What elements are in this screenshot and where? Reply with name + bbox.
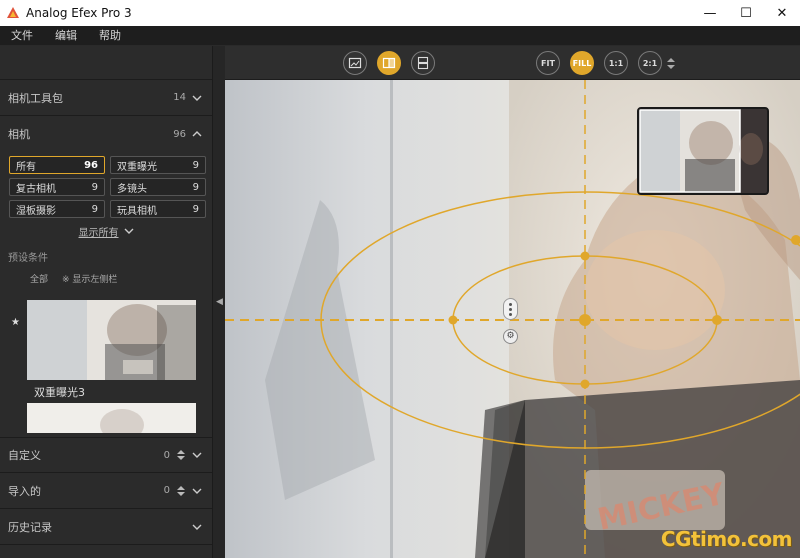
filter-all[interactable]: 全部 [30, 272, 48, 285]
preset-multi-lens[interactable]: 多镜头 9 [110, 178, 206, 196]
preset-label: 玩具相机 [117, 205, 157, 217]
section-custom[interactable]: 自定义 0 [0, 437, 212, 473]
menu-help[interactable]: 帮助 [88, 26, 132, 46]
menu-edit[interactable]: 编辑 [44, 26, 88, 46]
section-camera-kit[interactable]: 相机工具包 14 [0, 80, 212, 116]
preset-count: 9 [91, 203, 98, 215]
filter-show-left[interactable]: ※ 显示左侧栏 [62, 272, 117, 285]
zoom-stepper-icon[interactable] [667, 58, 675, 69]
section-imported-count: 0 [163, 485, 170, 496]
chevron-down-icon[interactable] [192, 522, 202, 532]
preset-count: 9 [192, 181, 199, 193]
section-custom-count: 0 [163, 449, 170, 461]
sort-updown-icon[interactable] [176, 450, 186, 460]
split-view-button[interactable] [377, 51, 401, 75]
section-custom-label: 自定义 [8, 449, 41, 462]
side-by-side-icon [417, 56, 429, 70]
chevron-down-icon[interactable] [192, 93, 202, 103]
chevron-down-icon[interactable] [192, 450, 202, 460]
section-history-label: 历史记录 [8, 520, 52, 534]
favorite-star-icon[interactable]: ★ [11, 317, 20, 328]
show-all-label: 显示所有 [78, 227, 119, 239]
preset-count: 9 [91, 181, 98, 193]
preset-toy-camera[interactable]: 玩具相机 9 [110, 200, 206, 218]
preset-category-grid: 所有 96 双重曝光 9 复古相机 9 多镜头 9 湿板摄影 9 玩具相机 9 [0, 152, 212, 218]
preset-count: 9 [192, 203, 199, 215]
preset-sidebar: 相机工具包 14 相机 96 所有 96 双重曝光 9 复古相机 9 多镜头 9 湿板摄… [0, 46, 212, 558]
preset-double-exposure[interactable]: 双重曝光 9 [110, 156, 206, 174]
preset-vintage-camera[interactable]: 复古相机 9 [9, 178, 105, 196]
zoom-2to1-button[interactable]: 2:1 [638, 51, 662, 75]
sidebar-collapse-strip[interactable]: ◀ [212, 46, 225, 558]
section-camera-kit-label: 相机工具包 [8, 91, 63, 105]
section-imported-label: 导入的 [8, 484, 41, 498]
preset-label: 复古相机 [16, 183, 56, 195]
minimize-button[interactable]: — [692, 0, 728, 26]
chevron-down-icon [124, 228, 133, 234]
section-imported[interactable]: 导入的 0 [0, 473, 212, 509]
zoom-1to1-button[interactable]: 1:1 [604, 51, 628, 75]
single-view-button[interactable] [343, 51, 367, 75]
show-all-link[interactable]: 显示所有 [0, 221, 212, 241]
preset-preview-thumbnail[interactable] [27, 300, 196, 380]
preset-filter-label: 预设条件 [8, 253, 48, 264]
section-camera-count: 96 [173, 128, 186, 140]
preset-filter-row: 全部 ※ 显示左侧栏 [30, 272, 117, 285]
preset-label: 双重曝光 [117, 161, 157, 173]
single-view-icon [348, 57, 362, 69]
zoom-fit-button[interactable]: FIT [536, 51, 560, 75]
app-logo-icon [7, 7, 19, 18]
sort-updown-icon[interactable] [176, 485, 186, 496]
image-canvas[interactable]: MICKEY ⚙ CGtimo.com [225, 80, 800, 558]
section-history[interactable]: 历史记录 [0, 509, 212, 545]
view-toolbar: FIT FILL 1:1 2:1 [225, 46, 800, 80]
chevron-up-icon[interactable] [192, 129, 202, 139]
preset-count: 9 [192, 159, 199, 171]
control-point-menu-handle[interactable] [503, 298, 518, 320]
preset-thumbnails: 预设条件 全部 ※ 显示左侧栏 CG TIMO ★ 双重曝光3 [0, 241, 212, 539]
section-camera-label: 相机 [8, 128, 30, 141]
preset-wet-plate[interactable]: 湿板摄影 9 [9, 200, 105, 218]
section-camera[interactable]: 相机 96 [0, 116, 212, 152]
maximize-button[interactable]: ☐ [728, 0, 764, 26]
section-camera-kit-count: 14 [173, 92, 186, 103]
preset-label: 多镜头 [117, 183, 147, 195]
chevron-down-icon[interactable] [192, 486, 202, 496]
preset-label: 湿板摄影 [16, 205, 56, 217]
navigator-thumbnail[interactable] [637, 107, 769, 195]
menu-file[interactable]: 文件 [0, 26, 44, 46]
sidebar-top-gap [0, 46, 212, 80]
menu-bar: 文件 编辑 帮助 [0, 26, 800, 46]
preset-preview-thumbnail-2[interactable] [27, 403, 196, 433]
preset-all[interactable]: 所有 96 [9, 156, 105, 174]
close-button[interactable]: ✕ [764, 0, 800, 26]
control-point-settings-icon[interactable]: ⚙ [503, 329, 518, 344]
preset-label: 所有 [16, 161, 36, 173]
zoom-fill-button[interactable]: FILL [570, 51, 594, 75]
preset-count: 96 [84, 159, 98, 171]
window-title: Analog Efex Pro 3 [26, 6, 132, 20]
title-bar: Analog Efex Pro 3 — ☐ ✕ [0, 0, 800, 26]
collapse-left-icon[interactable]: ◀ [216, 297, 223, 307]
split-view-icon [382, 57, 396, 69]
side-by-side-button[interactable] [411, 51, 435, 75]
site-watermark: CGtimo.com [660, 527, 793, 551]
preset-preview-label: 双重曝光3 [34, 386, 85, 399]
